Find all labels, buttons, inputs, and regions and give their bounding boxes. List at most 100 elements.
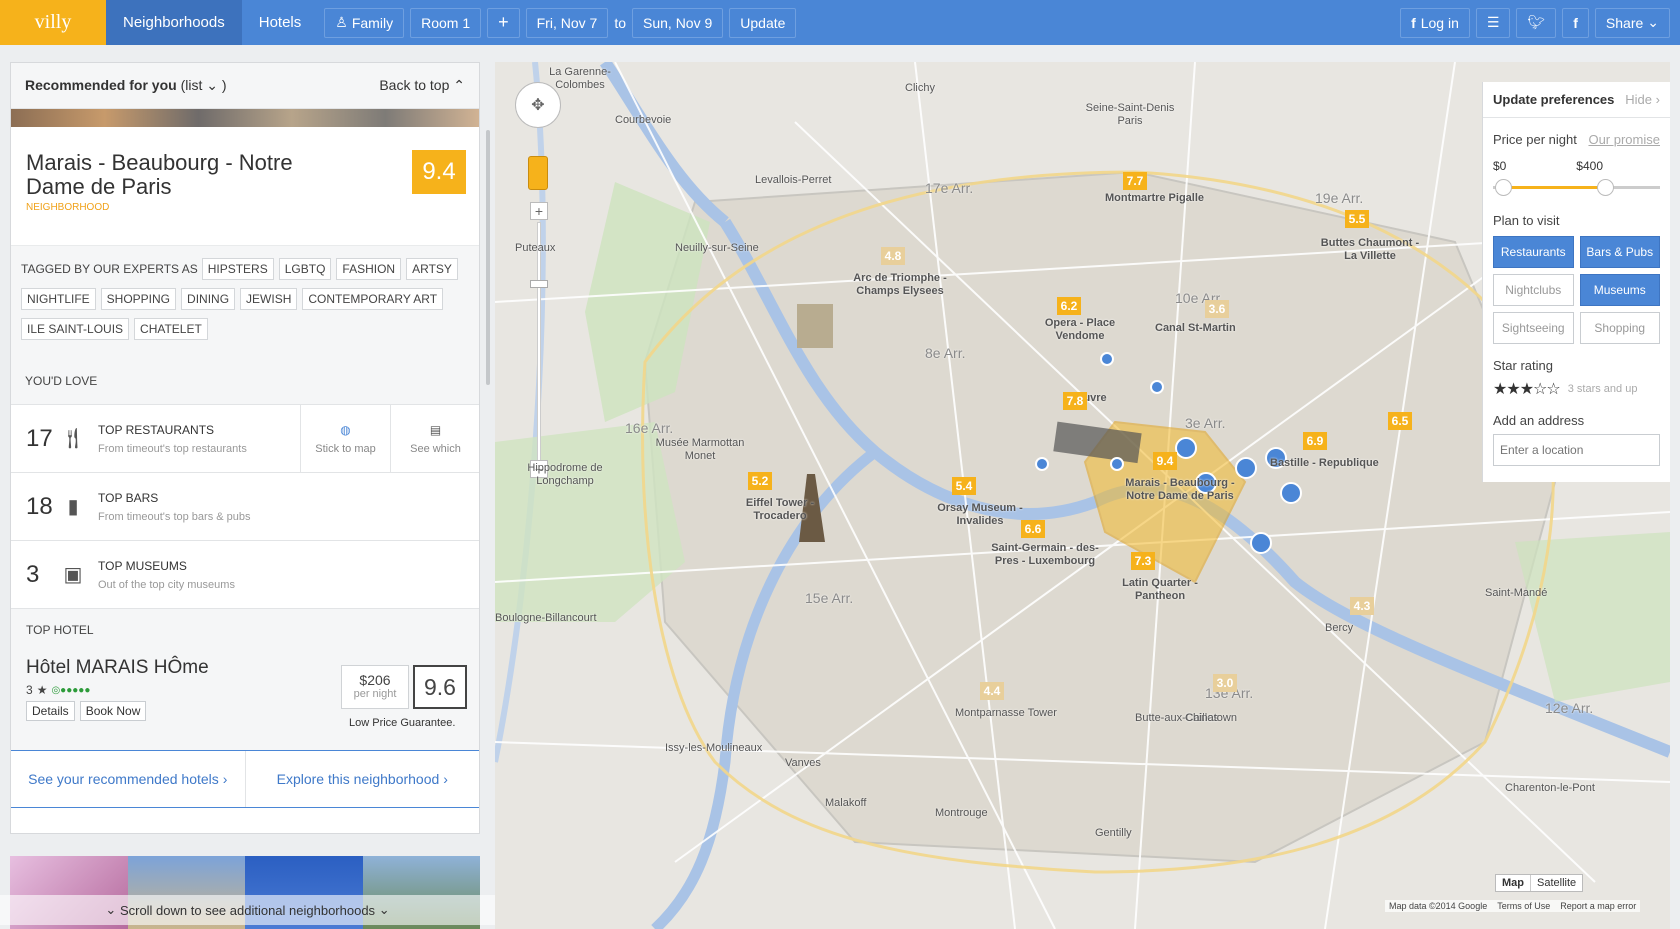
neighborhood-score-marker[interactable]: 4.4 [980,682,1004,700]
slider-max-handle[interactable] [1597,179,1614,196]
zoom-in-button[interactable]: + [530,202,548,220]
room-button[interactable]: Room 1 [410,7,482,38]
hotel-price: $206 per night [341,665,409,709]
neighborhood-score-marker[interactable]: 5.4 [952,477,976,495]
tag-chip[interactable]: FASHION [336,258,402,280]
hide-preferences-button[interactable]: Hide › [1625,92,1660,107]
neighborhood-score-marker[interactable]: 4.3 [1350,597,1374,615]
slider-min-handle[interactable] [1495,179,1512,196]
neighborhood-score-marker[interactable]: 5.2 [748,472,772,490]
explore-neighborhood-link[interactable]: Explore this neighborhood › [244,751,480,807]
neighborhood-score-marker[interactable]: 7.8 [1063,392,1087,410]
tab-neighborhoods[interactable]: Neighborhoods [106,0,242,45]
hotel-details-button[interactable]: Details [26,701,75,721]
poi-pin[interactable] [1100,352,1114,366]
tag-row: ILE SAINT-LOUIS CHATELET [21,318,469,340]
facebook-share-button[interactable]: f [1562,7,1589,38]
twitter-button[interactable]: 🐦︎ [1516,7,1557,38]
tag-chip[interactable]: JEWISH [240,288,298,310]
category-row-museums[interactable]: 3 ▣ TOP MUSEUMS Out of the top city museu… [11,540,479,608]
tag-chip[interactable]: ARTSY [406,258,458,280]
sightseeing-toggle[interactable]: Sightseeing [1493,312,1574,344]
tag-chip[interactable]: LGBTQ [278,258,332,280]
family-button[interactable]: ♙ Family [324,7,405,38]
scroll-more-hint[interactable]: ⌄ Scroll down to see additional neighbor… [0,895,495,925]
tag-chip[interactable]: HIPSTERS [201,258,274,280]
neighborhood-score-marker[interactable]: 9.4 [1153,452,1177,470]
tab-hotels[interactable]: Hotels [242,0,319,45]
neighborhood-score-marker[interactable]: 5.5 [1345,210,1369,228]
neighborhood-score-marker[interactable]: 6.5 [1388,412,1412,430]
map-place-label: Puteaux [515,242,556,254]
share-button[interactable]: Share ⌄ [1594,7,1670,38]
report-map-error-link[interactable]: Report a map error [1560,901,1636,911]
restaurant-pin[interactable] [1280,482,1302,504]
neighborhood-score-marker[interactable]: 6.6 [1021,520,1045,538]
neighborhood-score-marker[interactable]: 4.8 [881,247,905,265]
check-out-date[interactable]: Sun, Nov 9 [632,7,724,38]
tag-chip[interactable]: SHOPPING [100,288,177,310]
poi-pin[interactable] [1150,380,1164,394]
tag-chip[interactable]: CONTEMPORARY ART [302,288,444,310]
our-promise-link[interactable]: Our promise [1588,132,1660,147]
neighborhood-type-label: NEIGHBORHOOD [26,202,110,213]
back-to-top-link[interactable]: Back to top ⌃ [379,77,465,94]
restaurant-pin[interactable] [1175,437,1197,459]
zoom-slider-handle[interactable] [530,280,548,288]
map-place-label: Hippodrome de Longchamp [527,462,603,487]
tag-chip[interactable]: ILE SAINT-LOUIS [21,318,130,340]
twitter-icon: 🐦︎ [1527,14,1546,30]
tripadvisor-rating-icon: ◎●●●●● [51,684,91,696]
map-place-label: 19e Arr. [1315,190,1364,206]
neighborhood-title[interactable]: Marais - Beaubourg - Notre Dame de Paris [26,151,326,199]
bars-pubs-toggle[interactable]: Bars & Pubs [1579,236,1660,268]
neighborhood-score-marker[interactable]: 6.9 [1303,432,1327,450]
restaurant-pin[interactable] [1235,457,1257,479]
terms-of-use-link[interactable]: Terms of Use [1497,901,1550,911]
add-room-button[interactable]: + [487,7,520,38]
star-rating-selector[interactable]: ★★★☆☆ [1493,379,1561,399]
map-place-label: La Garenne-Colombes [549,66,611,91]
panel-scrollbar[interactable] [486,130,490,385]
tag-chip[interactable]: CHATELET [134,318,208,340]
login-button[interactable]: f Log in [1400,7,1470,38]
address-input[interactable] [1493,434,1660,466]
list-toggle[interactable]: (list ⌄ ) [181,77,227,93]
chevron-down-icon: ⌄ [105,902,117,917]
zoom-slider[interactable] [537,222,541,462]
neighborhood-score-marker[interactable]: 7.3 [1131,552,1155,570]
price-range-slider[interactable] [1493,177,1660,199]
neighborhood-score-marker[interactable]: 7.7 [1123,172,1147,190]
neighborhood-card: Recommended for you (list ⌄ ) Back to to… [10,62,480,834]
poi-pin[interactable] [1035,457,1049,471]
neighborhood-score-marker[interactable]: 6.2 [1057,297,1081,315]
see-recommended-hotels-link[interactable]: See your recommended hotels › [11,751,245,807]
villy-logo[interactable]: villy [0,0,106,45]
check-in-date[interactable]: Fri, Nov 7 [525,7,609,38]
shopping-toggle[interactable]: Shopping [1579,312,1660,344]
book-now-button[interactable]: Book Now [79,701,147,721]
top-hotel-section: TOP HOTEL Hôtel MARAIS HÔme 3 ★ ◎●●●●● D… [11,608,479,750]
category-row-bars[interactable]: 18 ▮ TOP BARS From timeout's top bars & p… [11,472,479,540]
poi-pin[interactable] [1110,457,1124,471]
neighborhood-score-marker[interactable]: 3.6 [1205,300,1229,318]
restaurant-pin[interactable] [1250,532,1272,554]
menu-button[interactable]: ☰ [1475,7,1511,38]
category-row-restaurants[interactable]: 17 🍴︎ TOP RESTAURANTS From timeout's top … [11,404,480,473]
map-type-map-button[interactable]: Map [1496,875,1531,891]
tag-chip[interactable]: DINING [181,288,236,310]
nightclubs-toggle[interactable]: Nightclubs [1493,274,1574,306]
restaurants-toggle[interactable]: Restaurants [1493,236,1574,268]
street-view-pegman[interactable] [528,156,548,190]
museums-toggle[interactable]: Museums [1579,274,1660,306]
map-place-label: Musée Marmottan Monet [655,437,745,462]
tag-chip[interactable]: NIGHTLIFE [21,288,96,310]
map-attribution: Map data ©2014 Google Terms of Use Repor… [1385,900,1641,912]
neighborhood-score-marker[interactable]: 3.0 [1213,674,1237,692]
see-which-button[interactable]: ▤ See which [390,405,480,473]
beer-icon: ▮ [67,496,79,518]
map-type-satellite-button[interactable]: Satellite [1531,875,1582,891]
map-place-label: Charenton-le-Pont [1505,782,1595,794]
stick-to-map-button[interactable]: ◍ Stick to map [300,405,390,473]
update-button[interactable]: Update [729,7,797,38]
